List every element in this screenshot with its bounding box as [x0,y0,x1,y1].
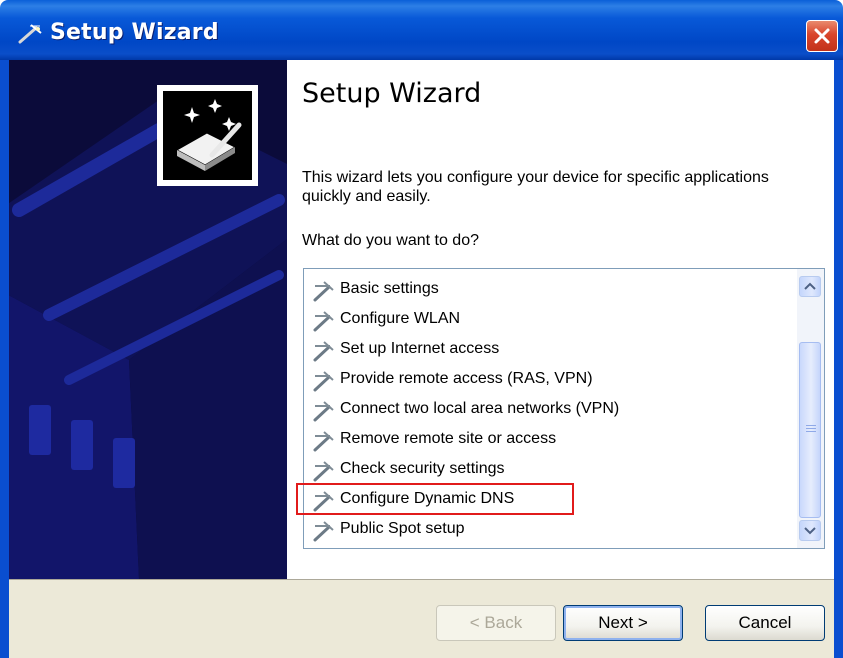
scroll-up-button[interactable] [799,276,821,297]
list-item-public-spot[interactable]: Public Spot setup [308,516,794,544]
wand-icon [310,398,336,424]
window-title: Setup Wizard [50,20,219,45]
wand-icon [310,458,336,484]
list-item-label: Set up Internet access [340,340,500,357]
highlight-box [296,483,574,515]
page-title: Setup Wizard [302,78,482,109]
setup-wizard-window: Setup Wizard Setup Wizard This wizard le… [0,0,843,658]
window-border-left [0,60,9,658]
chevron-up-icon [804,282,816,290]
list-item-label: Configure WLAN [340,310,461,327]
wizard-device-icon [157,85,258,186]
close-button[interactable] [806,20,838,52]
wand-icon [310,518,336,544]
list-item-label: Remove remote site or access [340,430,557,447]
list-item-internet-access[interactable]: Set up Internet access [308,336,794,364]
list-item-label: Public Spot setup [340,520,465,537]
list-item-label: Basic settings [340,280,439,297]
next-button[interactable]: Next > [563,605,683,641]
list-item-connect-lans[interactable]: Connect two local area networks (VPN) [308,396,794,424]
list-item-label: Check security settings [340,460,505,477]
scroll-thumb[interactable] [799,342,821,518]
cancel-button[interactable]: Cancel [705,605,825,641]
list-item-remote-access[interactable]: Provide remote access (RAS, VPN) [308,366,794,394]
wand-icon [310,308,336,334]
list-item-label: Connect two local area networks (VPN) [340,400,620,417]
wand-icon [310,368,336,394]
title-bar[interactable]: Setup Wizard [0,0,843,60]
window-border-right [834,60,843,658]
thumb-grip [806,428,816,429]
wizard-side-panel [9,60,287,579]
vertical-scrollbar[interactable] [797,269,824,548]
list-item-security-settings[interactable]: Check security settings [308,456,794,484]
back-button[interactable]: < Back [436,605,556,641]
scroll-down-button[interactable] [799,520,821,541]
list-item-label: Provide remote access (RAS, VPN) [340,370,593,387]
wizard-description: This wizard lets you configure your devi… [302,169,769,205]
wizard-question: What do you want to do? [302,232,479,249]
list-item-configure-wlan[interactable]: Configure WLAN [308,306,794,334]
list-item-remove-remote[interactable]: Remove remote site or access [308,426,794,454]
thumb-grip [806,425,816,426]
wand-icon [310,428,336,454]
magic-wand-icon [16,20,44,46]
thumb-grip [806,431,816,432]
wand-icon [310,278,336,304]
close-icon [814,28,830,44]
chevron-down-icon [804,527,816,535]
wand-icon [310,338,336,364]
list-item-basic-settings[interactable]: Basic settings [308,276,794,304]
